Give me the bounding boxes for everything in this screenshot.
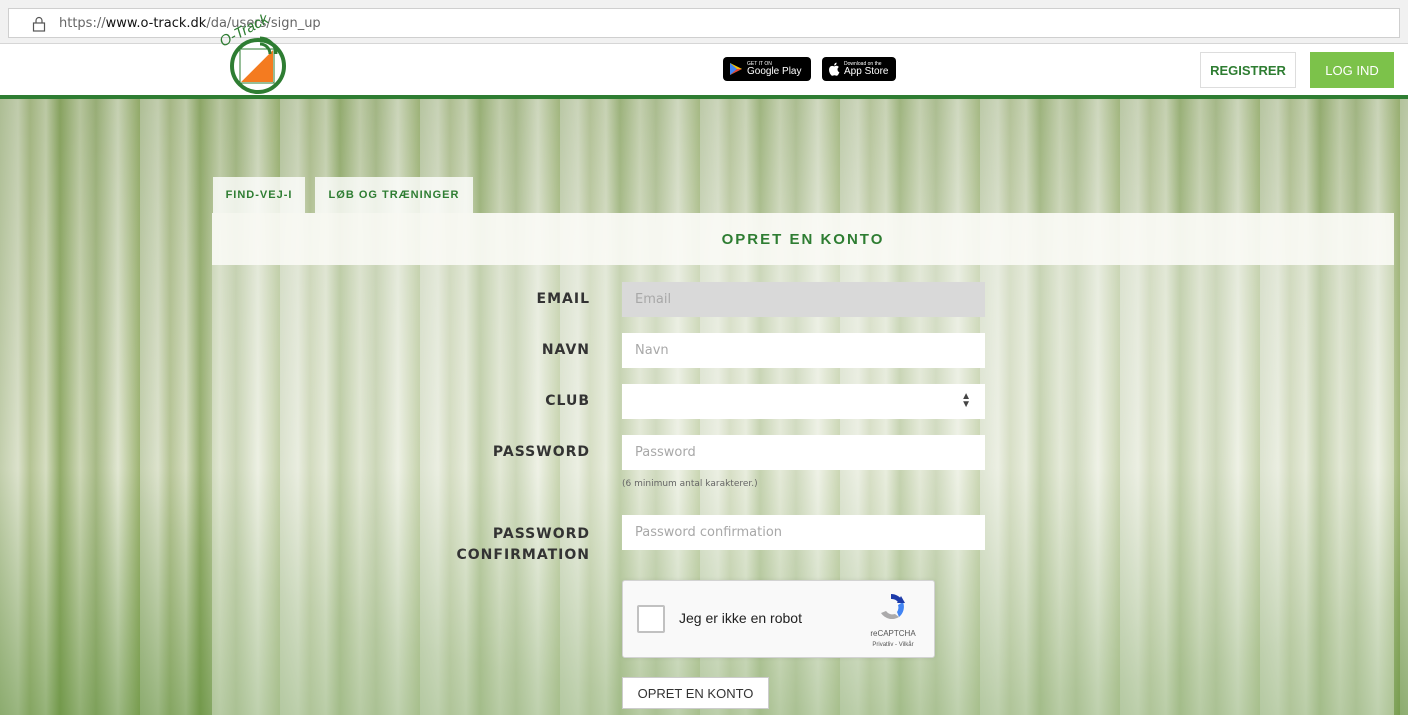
- apple-icon: [829, 62, 840, 76]
- password-confirmation-field[interactable]: [622, 515, 985, 550]
- email-label: EMAIL: [536, 291, 590, 307]
- password-label: PASSWORD: [492, 444, 590, 460]
- lock-icon: [32, 16, 46, 32]
- email-field[interactable]: [622, 282, 985, 317]
- password-confirmation-label: PASSWORD CONFIRMATION: [456, 526, 590, 563]
- name-label: NAVN: [541, 342, 590, 358]
- recaptcha-brand: reCAPTCHA: [870, 629, 916, 638]
- recaptcha-checkbox[interactable]: [637, 605, 665, 633]
- select-arrows-icon: ▲ ▼: [961, 391, 971, 410]
- club-select[interactable]: ▲ ▼: [622, 384, 985, 419]
- tab-lob-og-traeninger[interactable]: LØB OG TRÆNINGER: [315, 177, 473, 213]
- recaptcha-links[interactable]: Privatliv - Vilkår: [863, 642, 923, 648]
- page-title: OPRET EN KONTO: [721, 230, 885, 248]
- tab-find-vej-i[interactable]: FIND-VEJ-I: [213, 177, 305, 213]
- name-field[interactable]: [622, 333, 985, 368]
- recaptcha-icon: [881, 594, 905, 620]
- recaptcha-label: Jeg er ikke en robot: [679, 610, 802, 626]
- google-play-badge[interactable]: GET IT ON Google Play: [723, 57, 811, 81]
- panel-header: OPRET EN KONTO: [212, 213, 1394, 265]
- password-field[interactable]: [622, 435, 985, 470]
- app-store-badge[interactable]: Download on the App Store: [822, 57, 896, 81]
- create-account-button[interactable]: OPRET EN KONTO: [622, 677, 769, 709]
- o-track-logo[interactable]: O-Track: [205, 6, 297, 118]
- recaptcha-widget: Jeg er ikke en robot reCAPTCHA Privatliv…: [622, 580, 935, 658]
- login-button[interactable]: LOG IND: [1310, 52, 1394, 88]
- club-label: CLUB: [545, 393, 590, 409]
- google-play-icon: [730, 63, 742, 75]
- password-hint: (6 minimum antal karakterer.): [622, 479, 758, 489]
- register-button[interactable]: REGISTRER: [1200, 52, 1296, 88]
